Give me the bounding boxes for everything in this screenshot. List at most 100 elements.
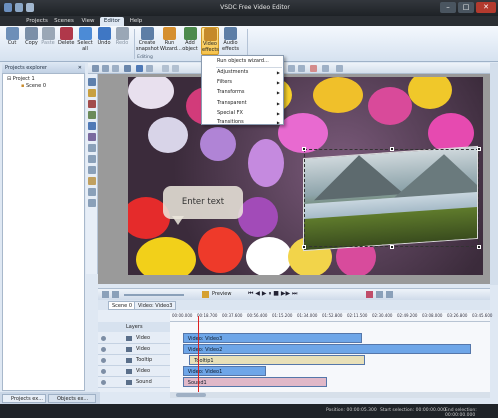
tab-video3[interactable]: Video: Video3 xyxy=(134,301,177,310)
menu-item-1[interactable]: Adjustments ▶ xyxy=(205,68,282,77)
timeline-clip[interactable]: Video: Video3 xyxy=(182,333,362,343)
tab-scene-0[interactable]: Scene 0 xyxy=(108,301,137,310)
menu-item-0[interactable]: Run objects wizard... xyxy=(205,57,282,66)
track-header[interactable]: Tooltip xyxy=(98,355,170,366)
split-icon[interactable] xyxy=(376,291,383,298)
track-header[interactable]: Video xyxy=(98,333,170,344)
subtitle-icon[interactable] xyxy=(88,199,96,207)
chart-icon[interactable] xyxy=(88,177,96,185)
zoom-slider[interactable] xyxy=(124,294,184,296)
visibility-eye-icon[interactable] xyxy=(101,336,106,341)
rotate-tool-icon[interactable] xyxy=(322,65,329,72)
selection-box[interactable] xyxy=(302,147,481,249)
redo-small-icon[interactable] xyxy=(146,65,153,72)
cursor-icon[interactable] xyxy=(88,78,96,86)
menu-tab-help[interactable]: Help xyxy=(126,17,146,26)
pointer-tool-icon[interactable] xyxy=(92,65,99,72)
close-button[interactable]: ✕ xyxy=(476,2,496,13)
ribbon-button-1[interactable]: Copy xyxy=(24,27,39,55)
visibility-eye-icon[interactable] xyxy=(101,347,106,352)
crop-tool-icon[interactable] xyxy=(310,65,317,72)
ribbon-button-11[interactable]: Audio effects xyxy=(221,27,240,55)
sound-icon[interactable] xyxy=(88,133,96,141)
group-tool-icon[interactable] xyxy=(298,65,305,72)
flip-tool-icon[interactable] xyxy=(336,65,343,72)
menu-item-4[interactable]: Transparent ▶ xyxy=(205,99,282,108)
tree-item-scene[interactable]: ▪ Scene 0 xyxy=(21,83,46,90)
track-header[interactable]: Sound xyxy=(98,377,170,388)
play-controls-icon[interactable]: ⏮ ◀ ▶ ⏸ ■ ▶▶ ⏭ xyxy=(248,290,297,298)
preview-label[interactable]: Preview xyxy=(212,291,231,297)
resize-handle[interactable] xyxy=(390,245,394,249)
ribbon-button-3[interactable]: Delete xyxy=(58,27,74,55)
save-quick-icon[interactable] xyxy=(15,3,23,12)
visibility-eye-icon[interactable] xyxy=(101,369,106,374)
ribbon-button-8[interactable]: Run Wizard... xyxy=(160,27,182,55)
scroll-thumb[interactable] xyxy=(176,393,206,397)
undo-small-icon[interactable] xyxy=(136,65,143,72)
tab-objects-explorer[interactable]: Objects ex... xyxy=(48,394,96,403)
hand-icon[interactable] xyxy=(88,89,96,97)
maximize-button[interactable]: □ xyxy=(458,2,474,13)
menu-item-6[interactable]: Transitions ▶ xyxy=(205,118,282,127)
timeline-clip[interactable]: Tooltip1 xyxy=(189,355,366,365)
ribbon-button-4[interactable]: Select all xyxy=(76,27,94,55)
resize-handle[interactable] xyxy=(477,147,481,151)
ribbon-button-0[interactable]: Cut xyxy=(3,27,21,55)
close-panel-icon[interactable]: ✕ xyxy=(78,63,82,73)
timeline-lanes[interactable]: Video: Video3 Video: Video2 Tooltip1 Video:… xyxy=(170,322,490,392)
menu-item-3[interactable]: Transforms ▶ xyxy=(205,88,282,97)
resize-handle[interactable] xyxy=(302,245,306,249)
right-scrollbar[interactable] xyxy=(490,63,498,285)
resize-handle[interactable] xyxy=(390,147,394,151)
timeline-ruler[interactable]: 00:00.000 00:18.700 00:37.600 00:56.400 01:1… xyxy=(170,313,492,322)
visibility-eye-icon[interactable] xyxy=(101,358,106,363)
image-icon[interactable] xyxy=(88,111,96,119)
snap-tool-icon[interactable] xyxy=(162,65,169,72)
track-header[interactable]: Video xyxy=(98,366,170,377)
track-header[interactable]: Video xyxy=(98,344,170,355)
ruler-mark: 02:11.500 xyxy=(347,313,368,318)
ribbon-button-2[interactable]: Paste xyxy=(40,27,56,55)
order-tool-icon[interactable] xyxy=(288,65,295,72)
ribbon-button-5[interactable]: Undo xyxy=(96,27,112,55)
menu-item-2[interactable]: Filters ▶ xyxy=(205,78,282,87)
zoom-out-icon[interactable] xyxy=(102,291,109,298)
resize-handle[interactable] xyxy=(477,245,481,249)
ribbon-button-9[interactable]: Add object xyxy=(181,27,199,55)
marker-icon[interactable] xyxy=(386,291,393,298)
sprite-icon[interactable] xyxy=(88,188,96,196)
record-icon[interactable] xyxy=(366,291,373,298)
playhead[interactable] xyxy=(198,316,199,392)
ribbon-button-7[interactable]: Create snapshot xyxy=(136,27,159,55)
minimize-button[interactable]: – xyxy=(440,2,456,13)
ellipse-icon[interactable] xyxy=(88,155,96,163)
text-object[interactable]: Enter text xyxy=(163,186,243,219)
line-icon[interactable] xyxy=(88,166,96,174)
resize-handle[interactable] xyxy=(302,147,306,151)
menu-item-5[interactable]: Special FX ▶ xyxy=(205,109,282,118)
rectangle-icon[interactable] xyxy=(88,144,96,152)
grid-tool-icon[interactable] xyxy=(172,65,179,72)
menu-tab-view[interactable]: View xyxy=(78,17,98,26)
timeline-clip[interactable]: Video: Video2 xyxy=(182,344,471,354)
quick-access-dropdown-icon[interactable] xyxy=(26,3,34,12)
ribbon-button-6[interactable]: Redo xyxy=(114,27,130,55)
timeline-clip[interactable]: Sound1 xyxy=(182,377,327,387)
tab-projects-explorer[interactable]: Projects ex... xyxy=(2,394,46,403)
timeline-clip[interactable]: Video: Video1 xyxy=(182,366,266,376)
menu-tab-scenes[interactable]: Scenes xyxy=(52,17,76,26)
timeline-scrollbar[interactable] xyxy=(170,392,490,398)
text-icon[interactable] xyxy=(88,100,96,108)
zoom-in-icon[interactable] xyxy=(112,291,119,298)
menu-tab-projects[interactable]: Projects xyxy=(24,17,50,26)
menu-tab-editor[interactable]: Editor xyxy=(100,17,124,26)
align-tool-icon[interactable] xyxy=(112,65,119,72)
zoom-tool-icon[interactable] xyxy=(102,65,109,72)
video-icon[interactable] xyxy=(88,122,96,130)
ribbon-button-10[interactable]: Video effects xyxy=(201,27,219,55)
layout-tool-icon[interactable] xyxy=(124,65,131,72)
visibility-eye-icon[interactable] xyxy=(101,380,106,385)
tree-item-project[interactable]: ⊟ Project 1 xyxy=(7,76,35,83)
preview-icon[interactable] xyxy=(202,291,209,298)
